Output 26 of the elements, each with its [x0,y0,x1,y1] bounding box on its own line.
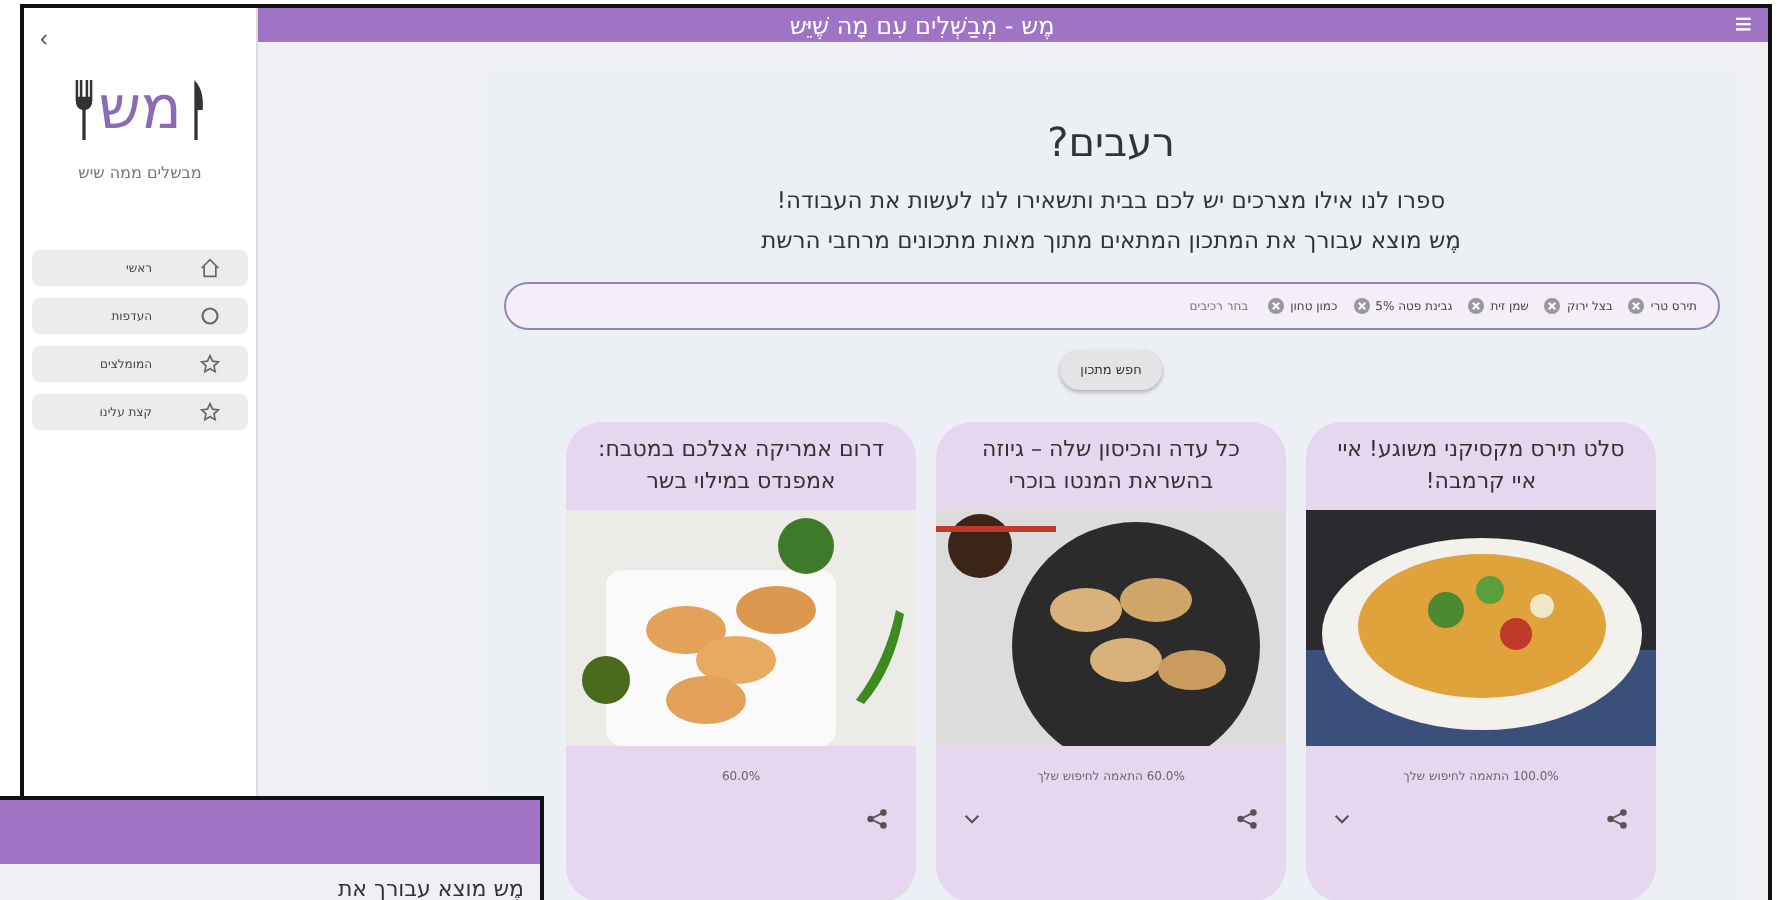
logo-tagline: מבשלים ממה שיש [78,164,202,182]
share-icon[interactable] [1606,808,1628,830]
home-icon [200,258,220,278]
hero-text: מֶש מוצא עבורך את המתכון המתאים מתוך מאות מתכונים מרחבי הרשת [761,226,1461,254]
recipe-title: דרום אמריקה אצלכם במטבח: אמפנדס במילוי בשר [596,434,886,498]
chevron-down-icon[interactable] [964,814,980,824]
remove-icon[interactable] [1544,298,1561,314]
hero-title: רעבים? [1047,118,1175,166]
star-icon [200,354,220,374]
logo-text: מש [98,76,182,144]
fork-icon [74,76,95,144]
menu-button[interactable]: ≡ [1734,8,1752,42]
hero-text: ספרו לנו אילו מצרכים יש לכם בבית ותשאירו לנו לעשות את העבודה! [776,186,1446,214]
recipe-title: כל עדה והכיסון שלה – גיוזה בהשראת המנטו בוכרי [980,434,1242,498]
star-icon [200,402,220,422]
remove-icon[interactable] [1268,298,1285,314]
app-title: מֶש - מְבַשְּׁלִים עִם מָה שֶׁיֵּש [789,11,1055,39]
chevron-down-icon[interactable] [1334,814,1350,824]
remove-icon[interactable] [1468,298,1485,314]
collapse-button[interactable]: › [24,24,64,52]
remove-icon[interactable] [1628,298,1645,314]
share-icon[interactable] [866,808,888,830]
share-icon[interactable] [1236,808,1258,830]
remove-icon[interactable] [1353,298,1370,314]
circle-icon [200,306,220,326]
recipe-title: סלט תירס מקסיקני משוגע! איי איי קרמבה! [1335,434,1627,498]
